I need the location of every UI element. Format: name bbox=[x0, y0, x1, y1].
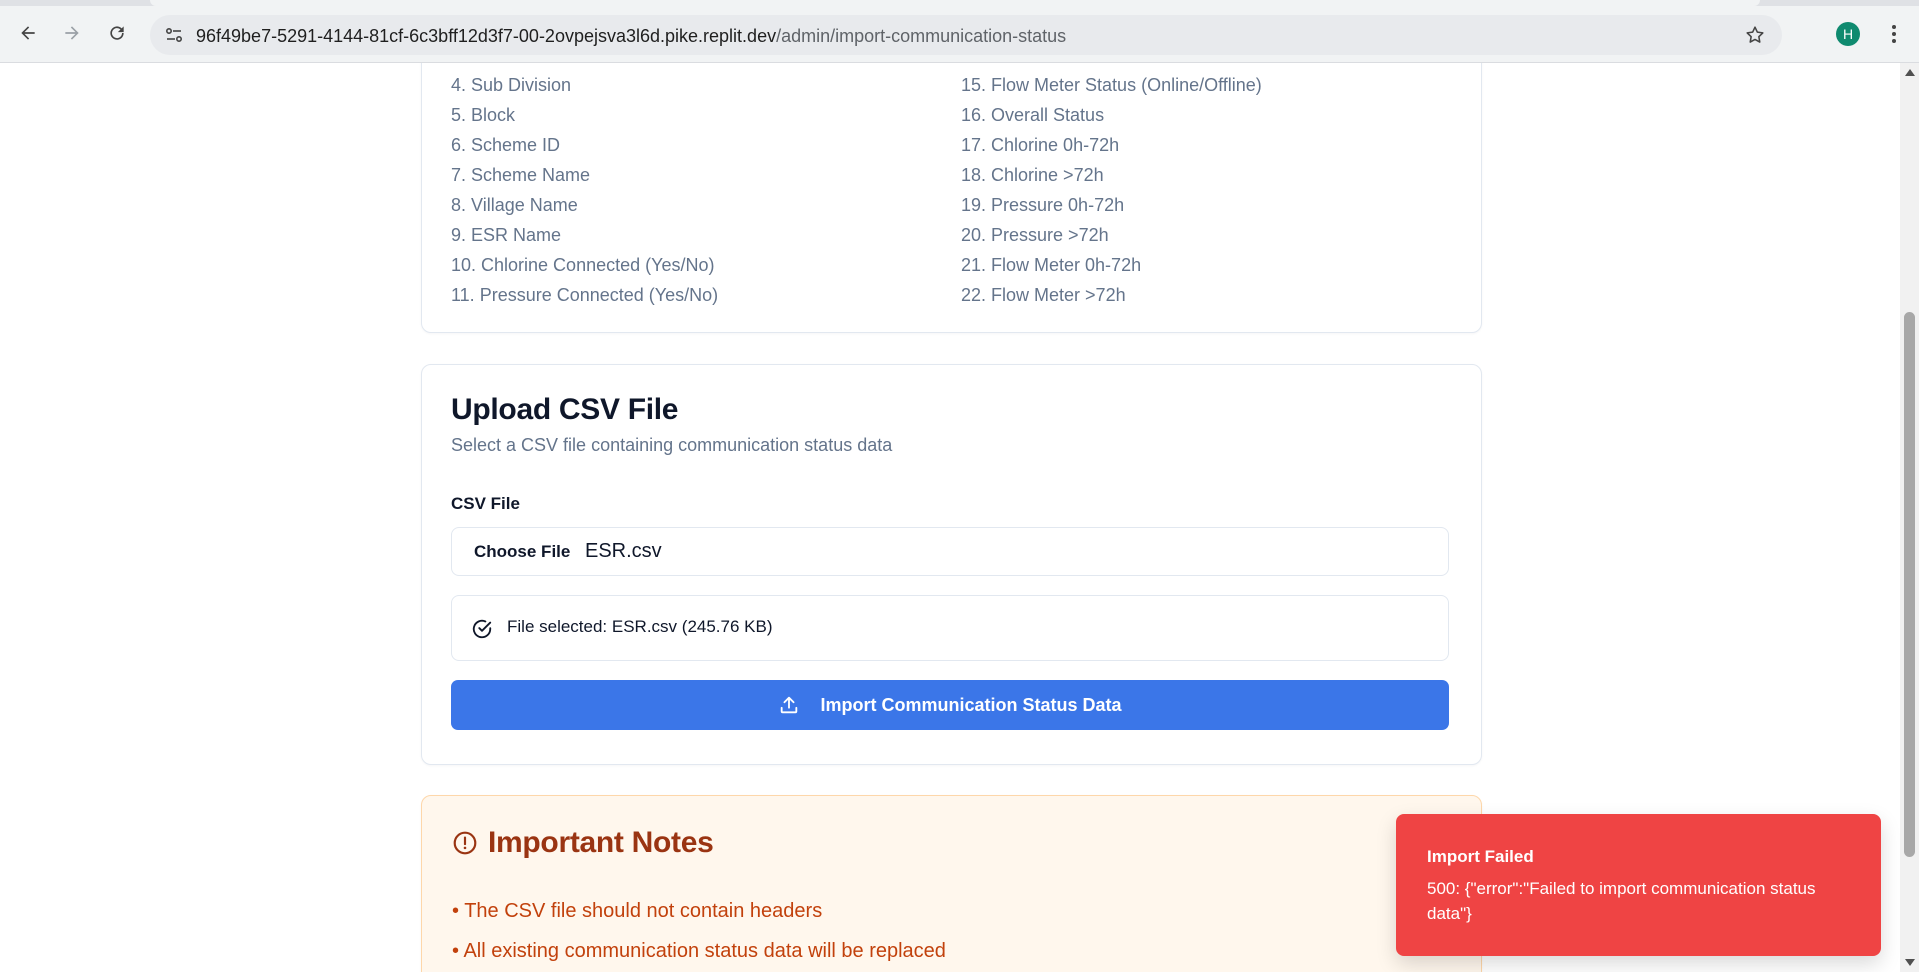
site-info-icon[interactable] bbox=[164, 25, 184, 45]
alert-circle-icon bbox=[453, 831, 477, 855]
upload-icon bbox=[781, 696, 798, 714]
import-button[interactable]: Import Communication Status Data bbox=[451, 680, 1449, 730]
important-notes-card: Important Notes • The CSV file should no… bbox=[421, 795, 1482, 972]
forward-arrow-icon[interactable] bbox=[58, 19, 86, 47]
column-item: 19. Pressure 0h-72h bbox=[961, 195, 1125, 215]
csv-file-input[interactable]: Choose File ESR.csv bbox=[451, 527, 1449, 576]
column-item: 11. Pressure Connected (Yes/No) bbox=[451, 285, 719, 305]
file-selected-text: File selected: ESR.csv (245.76 KB) bbox=[507, 617, 773, 636]
column-item: 15. Flow Meter Status (Online/Offline) bbox=[961, 75, 1262, 95]
notes-header: Important Notes bbox=[452, 826, 714, 860]
address-bar[interactable]: 96f49be7-5291-4144-81cf-6c3bff12d3f7-00-… bbox=[150, 15, 1782, 55]
scroll-down-arrow-icon[interactable] bbox=[1905, 959, 1915, 966]
csv-columns-card: 4. Sub Division 5. Block 6. Scheme ID 7.… bbox=[421, 63, 1482, 333]
column-item: 6. Scheme ID bbox=[451, 135, 561, 155]
column-item: 21. Flow Meter 0h-72h bbox=[961, 255, 1142, 275]
column-item: 17. Chlorine 0h-72h bbox=[961, 135, 1120, 155]
chosen-file-name: ESR.csv bbox=[585, 540, 662, 562]
notes-title: Important Notes bbox=[488, 826, 714, 859]
reload-icon[interactable] bbox=[103, 19, 131, 47]
avatar[interactable]: H bbox=[1836, 22, 1860, 46]
toast-message: 500: {"error":"Failed to import communic… bbox=[1427, 879, 1816, 923]
url-host: 96f49be7-5291-4144-81cf-6c3bff12d3f7-00-… bbox=[196, 26, 777, 46]
url-text[interactable]: 96f49be7-5291-4144-81cf-6c3bff12d3f7-00-… bbox=[196, 25, 1066, 47]
column-item: 18. Chlorine >72h bbox=[961, 165, 1104, 185]
columns-left-list: 4. Sub Division 5. Block 6. Scheme ID 7.… bbox=[451, 70, 718, 310]
upload-csv-card: Upload CSV File Select a CSV file contai… bbox=[421, 364, 1482, 765]
back-arrow-icon[interactable] bbox=[14, 19, 42, 47]
column-item: 9. ESR Name bbox=[451, 225, 562, 245]
column-item: 22. Flow Meter >72h bbox=[961, 285, 1126, 305]
upload-title: Upload CSV File bbox=[451, 393, 679, 426]
toast-title: Import Failed bbox=[1427, 847, 1534, 866]
active-tab[interactable] bbox=[150, 0, 1760, 6]
url-path: /admin/import-communication-status bbox=[776, 26, 1067, 46]
more-vert-icon[interactable] bbox=[1880, 20, 1908, 48]
columns-right-list: 15. Flow Meter Status (Online/Offline) 1… bbox=[961, 70, 1262, 310]
upload-subtitle: Select a CSV file containing communicati… bbox=[451, 435, 893, 455]
column-item: 10. Chlorine Connected (Yes/No) bbox=[451, 255, 715, 275]
column-item: 16. Overall Status bbox=[961, 105, 1105, 125]
column-item: 7. Scheme Name bbox=[451, 165, 591, 185]
column-item: 8. Village Name bbox=[451, 195, 578, 215]
tab-strip bbox=[0, 0, 1919, 6]
choose-file-button[interactable]: Choose File bbox=[474, 542, 570, 562]
column-item: 20. Pressure >72h bbox=[961, 225, 1109, 245]
csv-file-label: CSV File bbox=[451, 494, 520, 513]
note-item: • All existing communication status data… bbox=[452, 940, 946, 962]
notes-list: • The CSV file should not contain header… bbox=[452, 891, 946, 971]
file-selected-info: File selected: ESR.csv (245.76 KB) bbox=[451, 595, 1449, 661]
column-item: 4. Sub Division bbox=[451, 75, 572, 95]
scroll-up-arrow-icon[interactable] bbox=[1905, 69, 1915, 76]
error-toast[interactable]: Import Failed 500: {"error":"Failed to i… bbox=[1396, 814, 1881, 956]
check-circle-icon bbox=[472, 619, 492, 639]
scrollbar-thumb[interactable] bbox=[1904, 312, 1915, 857]
note-item: • The CSV file should not contain header… bbox=[452, 900, 823, 922]
column-item: 5. Block bbox=[451, 105, 516, 125]
browser-toolbar: 96f49be7-5291-4144-81cf-6c3bff12d3f7-00-… bbox=[0, 0, 1919, 63]
page-scrollbar[interactable] bbox=[1900, 63, 1919, 972]
import-button-label: Import Communication Status Data bbox=[820, 694, 1122, 715]
star-icon[interactable] bbox=[1744, 24, 1766, 46]
